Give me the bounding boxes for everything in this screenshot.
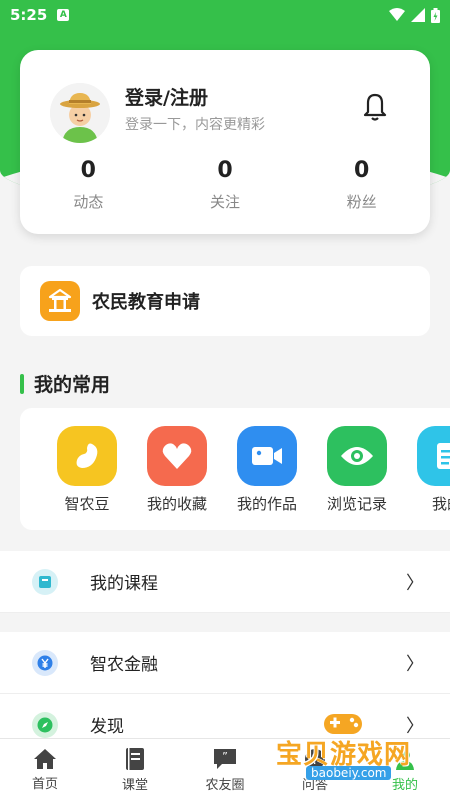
menu-my-courses[interactable]: 我的课程 〉 bbox=[0, 551, 450, 613]
yen-icon bbox=[32, 649, 58, 676]
menu-label: 发现 bbox=[90, 717, 124, 737]
status-time: 5:25 bbox=[10, 6, 48, 24]
question-icon: ? bbox=[305, 748, 325, 769]
home-icon bbox=[34, 748, 56, 769]
shortcut-label: 智农豆 bbox=[64, 495, 110, 513]
user-icon bbox=[396, 749, 414, 770]
compass-icon bbox=[32, 711, 58, 738]
profile-stats: 0 动态 0 关注 0 粉丝 bbox=[20, 158, 430, 212]
stat-label: 动态 bbox=[73, 193, 104, 211]
avatar[interactable] bbox=[50, 83, 110, 143]
nav-label: 课堂 bbox=[121, 777, 148, 793]
shortcut-my-more[interactable]: 我的 bbox=[402, 426, 450, 514]
nav-classroom[interactable]: 课堂 bbox=[90, 739, 180, 800]
nav-qa[interactable]: ? 问答 bbox=[270, 739, 360, 800]
svg-text:”: ” bbox=[222, 750, 228, 763]
stat-value: 0 bbox=[80, 158, 96, 183]
shortcut-label: 我的收藏 bbox=[146, 495, 207, 513]
stat-label: 关注 bbox=[210, 193, 241, 211]
shortcut-my-favorites[interactable]: 我的收藏 bbox=[132, 426, 222, 514]
bean-icon bbox=[57, 426, 117, 486]
menu-group-courses: 我的课程 〉 bbox=[0, 551, 450, 613]
signal-icon bbox=[411, 8, 425, 22]
stat-value: 0 bbox=[217, 158, 233, 183]
stat-following[interactable]: 0 关注 bbox=[157, 158, 294, 212]
stat-followers[interactable]: 0 粉丝 bbox=[293, 158, 430, 212]
chat-icon: ” bbox=[214, 748, 236, 769]
nav-mine[interactable]: 我的 bbox=[360, 739, 450, 800]
farmer-avatar-icon bbox=[50, 83, 110, 143]
farmer-education-application[interactable]: 农民教育申请 bbox=[20, 266, 430, 336]
nav-label: 我的 bbox=[391, 777, 418, 793]
nav-home[interactable]: 首页 bbox=[0, 739, 90, 800]
bell-icon[interactable] bbox=[360, 90, 390, 122]
chevron-right-icon: 〉 bbox=[406, 572, 424, 594]
shortcut-row[interactable]: 智农豆 我的收藏 我的作品 浏览记录 我的 bbox=[20, 408, 450, 514]
document-icon bbox=[417, 426, 450, 486]
section-favorites-title: 我的常用 bbox=[20, 370, 110, 397]
favorites-shortcuts: 智农豆 我的收藏 我的作品 浏览记录 我的 bbox=[20, 408, 450, 530]
shortcut-browsing-history[interactable]: 浏览记录 bbox=[312, 426, 402, 514]
status-icons bbox=[389, 7, 440, 23]
education-label: 农民教育申请 bbox=[92, 292, 200, 313]
status-bar: 5:25 A bbox=[0, 0, 450, 30]
nav-label: 首页 bbox=[31, 776, 58, 792]
school-building-icon bbox=[40, 281, 80, 321]
login-subtitle: 登录一下，内容更精彩 bbox=[125, 117, 265, 133]
nav-label: 农友圈 bbox=[205, 777, 245, 793]
heart-icon bbox=[147, 426, 207, 486]
wifi-icon bbox=[389, 8, 405, 21]
video-camera-icon bbox=[237, 426, 297, 486]
shortcut-my-works[interactable]: 我的作品 bbox=[222, 426, 312, 514]
menu-label: 智农金融 bbox=[90, 655, 158, 675]
course-book-icon bbox=[32, 568, 58, 595]
bottom-navigation: 首页 课堂 ” 农友圈 ? 问答 我的 bbox=[0, 738, 450, 800]
profile-card: 登录/注册 登录一下，内容更精彩 0 动态 0 关注 0 粉丝 bbox=[20, 50, 430, 234]
section-accent-bar bbox=[20, 373, 24, 394]
stat-value: 0 bbox=[354, 158, 370, 183]
stat-label: 粉丝 bbox=[346, 193, 377, 211]
notification-a-icon: A bbox=[57, 9, 70, 21]
stat-posts[interactable]: 0 动态 bbox=[20, 158, 157, 212]
shortcut-zhinong-beans[interactable]: 智农豆 bbox=[42, 426, 132, 514]
battery-icon bbox=[431, 7, 440, 23]
section-title-text: 我的常用 bbox=[34, 374, 111, 396]
eye-icon bbox=[327, 426, 387, 486]
chevron-right-icon: 〉 bbox=[406, 715, 424, 737]
nav-label: 问答 bbox=[301, 777, 328, 793]
shortcut-label: 我的 bbox=[431, 495, 450, 513]
svg-text:?: ? bbox=[312, 753, 319, 768]
shortcut-label: 浏览记录 bbox=[326, 495, 387, 513]
nav-farmer-circle[interactable]: ” 农友圈 bbox=[180, 739, 270, 800]
menu-smart-finance[interactable]: 智农金融 〉 bbox=[0, 632, 450, 694]
login-register-link[interactable]: 登录/注册 bbox=[125, 83, 208, 110]
book-icon bbox=[126, 747, 144, 770]
shortcut-label: 我的作品 bbox=[236, 495, 297, 513]
menu-label: 我的课程 bbox=[90, 574, 158, 594]
chevron-right-icon: 〉 bbox=[406, 653, 424, 675]
